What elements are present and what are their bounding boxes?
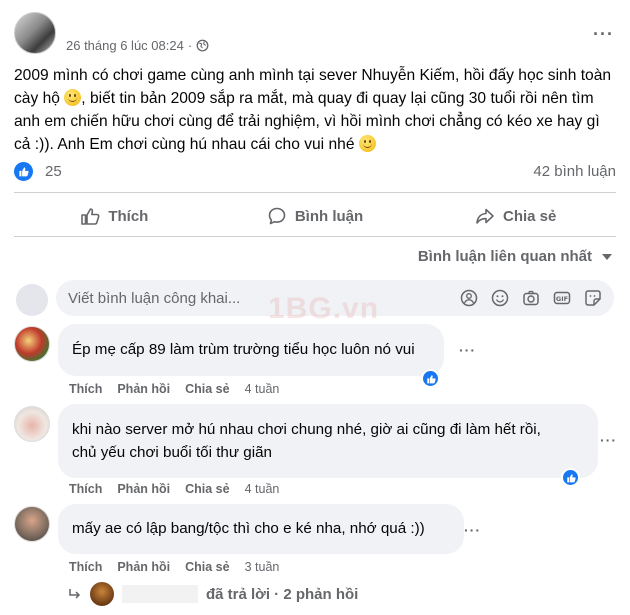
- commenter-avatar[interactable]: [14, 506, 50, 542]
- post-meta: 26 tháng 6 lúc 08:24 ·: [66, 38, 209, 53]
- comment-share-link[interactable]: Chia sẻ: [185, 560, 229, 574]
- sticker-icon[interactable]: [583, 288, 602, 307]
- post-stats: 25 42 bình luận: [14, 160, 616, 184]
- comment-reply-link[interactable]: Phản hồi: [117, 560, 170, 574]
- comment-share-link[interactable]: Chia sẻ: [185, 382, 229, 396]
- view-replies-link[interactable]: đã trả lời · 2 phản hồi: [68, 580, 358, 608]
- comment-composer: GIF: [56, 280, 614, 316]
- comment-item: khi nào server mở hú nhau chơi chung nhé…: [14, 404, 618, 502]
- comment-button-label: Bình luận: [294, 207, 364, 225]
- post-timestamp[interactable]: 26 tháng 6 lúc 08:24: [66, 38, 184, 53]
- thumbs-up-icon: [81, 208, 100, 225]
- like-button[interactable]: Thích: [14, 198, 215, 234]
- like-reaction-icon[interactable]: [14, 162, 33, 181]
- author-avatar[interactable]: [14, 12, 56, 54]
- comment-share-link[interactable]: Chia sẻ: [185, 482, 229, 496]
- like-reaction-icon[interactable]: [421, 369, 440, 388]
- post-more-options-icon[interactable]: ···: [593, 24, 614, 45]
- composer-tools: GIF: [459, 288, 602, 307]
- comment-like-link[interactable]: Thích: [69, 482, 102, 496]
- comment-more-options-icon[interactable]: ···: [464, 522, 481, 538]
- post-header: 26 tháng 6 lúc 08:24 · ···: [14, 12, 616, 62]
- comment-text: Ép mẹ cấp 89 làm trùm trường tiểu học lu…: [72, 341, 415, 358]
- comment-bubble: Ép mẹ cấp 89 làm trùm trường tiểu học lu…: [58, 324, 444, 376]
- smile-emoji-icon: [64, 89, 82, 106]
- chevron-down-icon: [602, 253, 612, 260]
- comment-input[interactable]: [56, 280, 436, 316]
- comment-actions: Thích Phản hồi Chia sẻ 3 tuần: [69, 560, 279, 574]
- share-button-label: Chia sẻ: [503, 207, 557, 225]
- comment-reply-link[interactable]: Phản hồi: [117, 482, 170, 496]
- like-button-label: Thích: [108, 207, 149, 225]
- gif-icon[interactable]: GIF: [552, 288, 571, 307]
- comment-like-link[interactable]: Thích: [69, 560, 102, 574]
- comment-item: Ép mẹ cấp 89 làm trùm trường tiểu học lu…: [14, 324, 618, 404]
- comment-bubble: khi nào server mở hú nhau chơi chung nhé…: [58, 404, 598, 478]
- svg-text:GIF: GIF: [555, 295, 567, 303]
- comment-like-link[interactable]: Thích: [69, 382, 102, 396]
- meta-separator: ·: [187, 38, 193, 53]
- like-reaction-icon[interactable]: [561, 468, 580, 487]
- comment-item: mấy ae có lập bang/tộc thì cho e ké nha,…: [14, 504, 618, 580]
- comment-actions: Thích Phản hồi Chia sẻ 4 tuần: [69, 382, 279, 396]
- comment-sort-dropdown[interactable]: Bình luận liên quan nhất: [418, 248, 612, 265]
- commenter-avatar[interactable]: [14, 326, 50, 362]
- divider: [14, 192, 616, 193]
- comment-text-line2: chủ yếu chơi buổi tối thư giãn: [72, 444, 272, 461]
- reply-arrow-icon: [69, 589, 81, 599]
- comment-more-options-icon[interactable]: ···: [459, 342, 476, 358]
- comment-button[interactable]: Bình luận: [215, 198, 416, 234]
- commenter-avatar[interactable]: [14, 406, 50, 442]
- comment-bubble: mấy ae có lập bang/tộc thì cho e ké nha,…: [58, 504, 464, 554]
- avatar-sticker-icon[interactable]: [459, 288, 478, 307]
- comment-actions: Thích Phản hồi Chia sẻ 4 tuần: [69, 482, 279, 496]
- globe-icon: [196, 39, 209, 52]
- comment-more-options-icon[interactable]: ···: [600, 432, 617, 448]
- current-user-avatar: [16, 284, 48, 316]
- post-body: 2009 mình có chơi game cùng anh mình tại…: [14, 64, 618, 156]
- reaction-count[interactable]: 25: [45, 163, 62, 180]
- comment-count[interactable]: 42 bình luận: [533, 163, 616, 180]
- post-actions: Thích Bình luận Chia sẻ: [14, 198, 616, 234]
- post-text-part2: , biết tin bản 2009 sắp ra mắt, mà quay …: [14, 90, 600, 153]
- redacted-name: [122, 585, 198, 603]
- divider: [14, 236, 616, 237]
- comment-reply-link[interactable]: Phản hồi: [117, 382, 170, 396]
- sort-label: Bình luận liên quan nhất: [417, 248, 592, 265]
- share-arrow-icon: [476, 208, 494, 224]
- comment-text-line1: khi nào server mở hú nhau chơi chung nhé…: [72, 421, 541, 438]
- comment-time[interactable]: 4 tuần: [245, 382, 280, 396]
- comment-bubble-icon: [268, 207, 286, 225]
- replier-avatar: [90, 582, 114, 606]
- smile-emoji-icon: [358, 135, 376, 152]
- replies-summary-text: đã trả lời · 2 phản hồi: [206, 585, 359, 603]
- comment-text: mấy ae có lập bang/tộc thì cho e ké nha,…: [72, 520, 425, 537]
- emoji-icon[interactable]: [490, 288, 509, 307]
- comment-time[interactable]: 4 tuần: [245, 482, 280, 496]
- comment-time[interactable]: 3 tuần: [245, 560, 280, 574]
- share-button[interactable]: Chia sẻ: [415, 198, 616, 234]
- camera-icon[interactable]: [521, 288, 540, 307]
